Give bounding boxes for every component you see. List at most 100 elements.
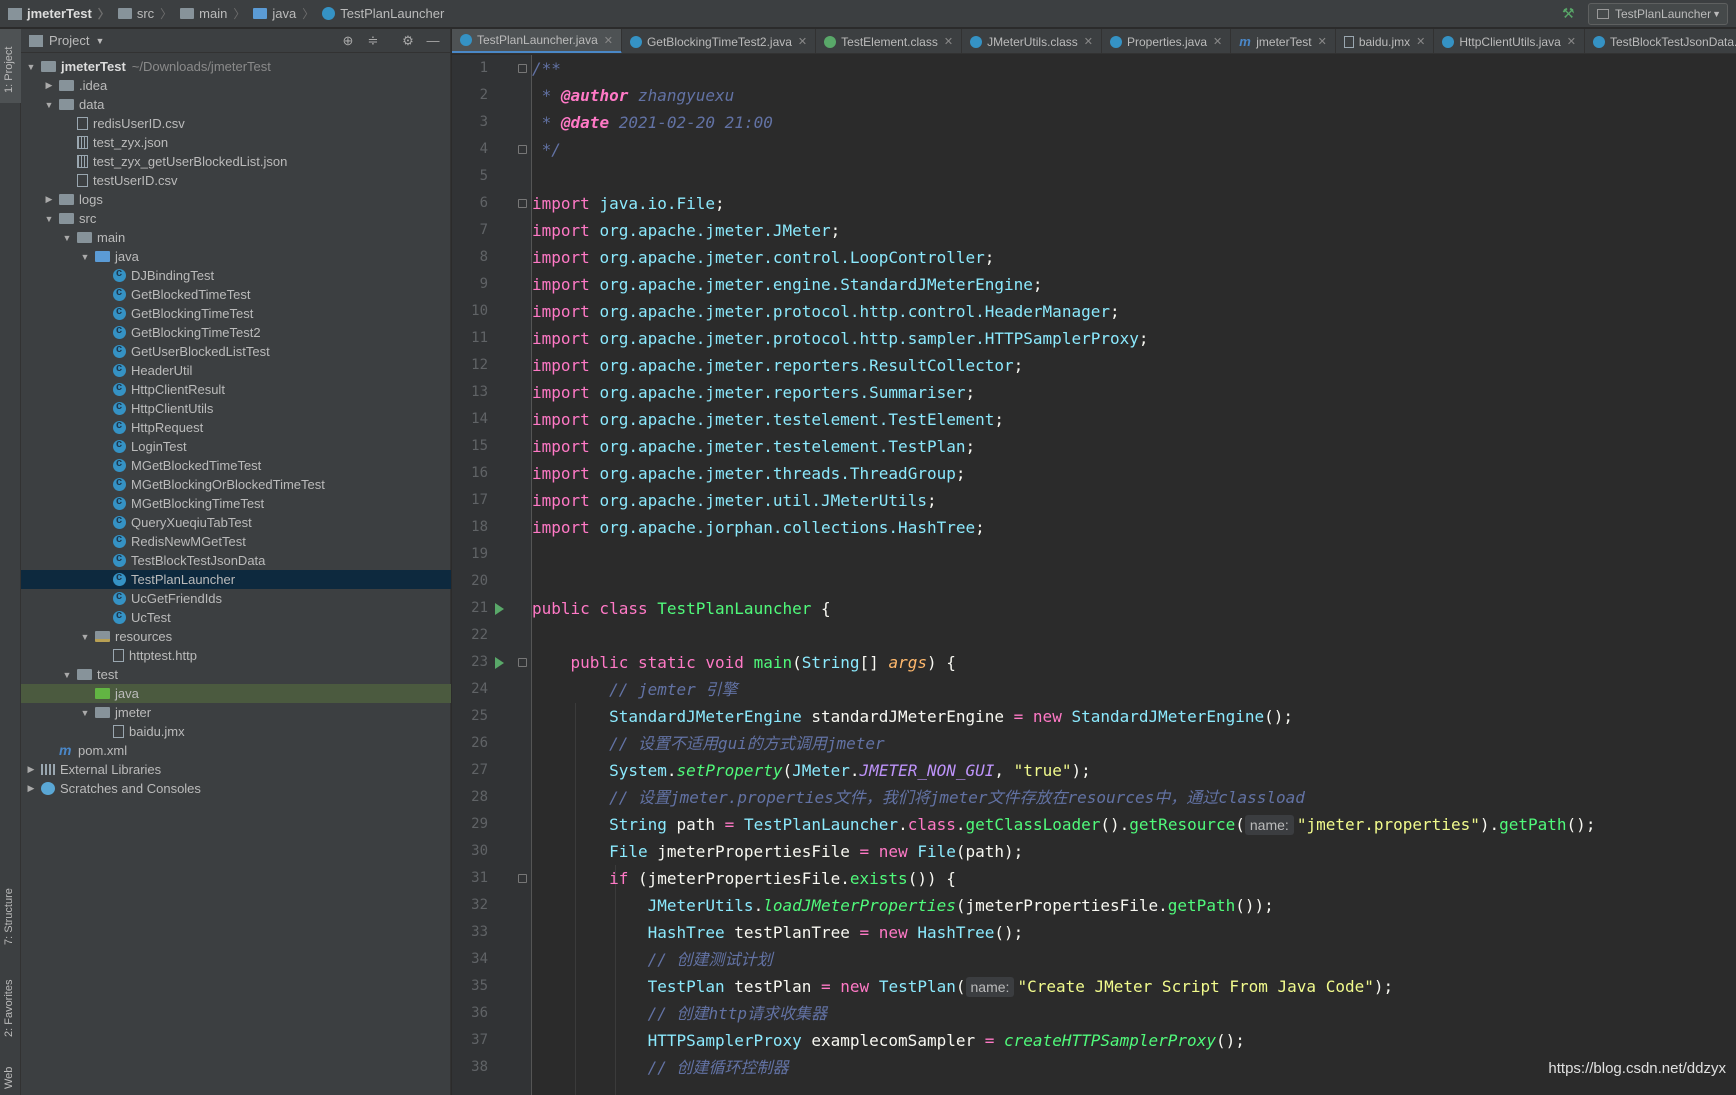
code-comment: // 创建循环控制器 [647,1058,789,1077]
tree-node[interactable]: java [21,684,451,703]
tab-jmeterutils[interactable]: JMeterUtils.class ✕ [962,29,1102,53]
tree-node[interactable]: ▶ Scratches and Consoles [21,779,451,798]
close-icon[interactable]: ✕ [1416,35,1425,48]
tree-node[interactable]: ▼ resources [21,627,451,646]
tree-node[interactable]: test_zyx_getUserBlockedList.json [21,152,451,171]
expanded-arrow-icon[interactable]: ▼ [25,62,37,72]
tab-baidu-jmx[interactable]: baidu.jmx ✕ [1336,29,1435,53]
tree-node[interactable]: TestBlockTestJsonData [21,551,451,570]
tree-node[interactable]: UcTest [21,608,451,627]
run-configuration-selector[interactable]: TestPlanLauncher ▼ [1588,3,1728,25]
tree-node[interactable]: LoginTest [21,437,451,456]
tool-tab-structure[interactable]: 7: Structure [0,861,21,955]
project-view-selector[interactable]: Project [49,33,89,48]
tree-node[interactable]: ▼ java [21,247,451,266]
tree-node[interactable]: ▼ main [21,228,451,247]
tab-jmetertest[interactable]: m jmeterTest ✕ [1231,29,1336,53]
close-icon[interactable]: ✕ [1213,35,1222,48]
collapsed-arrow-icon[interactable]: ▶ [25,764,37,775]
close-icon[interactable]: ✕ [1567,35,1576,48]
expanded-arrow-icon[interactable]: ▼ [79,708,91,718]
code-area[interactable]: /** * @author zhangyuexu * @date 2021-02… [532,55,1736,1095]
tree-node[interactable]: ▶ External Libraries [21,760,451,779]
tree-node[interactable]: httptest.http [21,646,451,665]
locate-file-icon[interactable]: ⊕ [341,34,355,48]
gear-icon[interactable]: ⚙ [401,34,415,48]
line-number: 23 [471,654,488,670]
tree-node[interactable]: RedisNewMGetTest [21,532,451,551]
tree-node[interactable]: test_zyx.json [21,133,451,152]
breadcrumb-project[interactable]: jmeterTest 〉 [0,5,110,22]
tab-properties[interactable]: Properties.java ✕ [1102,29,1232,53]
close-icon[interactable]: ✕ [944,35,953,48]
close-icon[interactable]: ✕ [1084,35,1093,48]
fold-marker-icon[interactable] [518,874,527,883]
tree-node[interactable]: m pom.xml [21,741,451,760]
fold-marker-icon[interactable] [518,145,527,154]
tree-node[interactable]: ▼ jmeterTest ~/Downloads/jmeterTest [21,57,451,76]
tree-node[interactable]: HttpClientResult [21,380,451,399]
breadcrumb-class[interactable]: TestPlanLauncher [314,6,444,21]
tree-node[interactable]: UcGetFriendIds [21,589,451,608]
fold-marker-icon[interactable] [518,658,527,667]
tree-node[interactable]: DJBindingTest [21,266,451,285]
tree-node[interactable]: QueryXueqiuTabTest [21,513,451,532]
close-icon[interactable]: ✕ [798,35,807,48]
close-icon[interactable]: ✕ [1318,35,1327,48]
tree-node[interactable]: GetUserBlockedListTest [21,342,451,361]
run-icon[interactable] [495,657,504,669]
tool-tab-favorites[interactable]: 2: Favorites [0,955,21,1047]
tree-node[interactable]: testUserID.csv [21,171,451,190]
tree-node[interactable]: MGetBlockedTimeTest [21,456,451,475]
fold-marker-icon[interactable] [518,199,527,208]
tab-testblocktestjsondata[interactable]: TestBlockTestJsonData.java [1585,29,1736,53]
tree-node[interactable]: HeaderUtil [21,361,451,380]
fold-marker-icon[interactable] [518,64,527,73]
run-icon[interactable] [495,603,504,615]
tab-testplanlauncher[interactable]: TestPlanLauncher.java ✕ [452,29,622,53]
collapsed-arrow-icon[interactable]: ▶ [43,194,55,205]
tab-testelement[interactable]: TestElement.class ✕ [816,29,963,53]
collapsed-arrow-icon[interactable]: ▶ [25,783,37,794]
tree-node[interactable]: MGetBlockingOrBlockedTimeTest [21,475,451,494]
tree-node[interactable]: TestPlanLauncher [21,570,451,589]
expanded-arrow-icon[interactable]: ▼ [79,632,91,642]
tool-tab-label: 1: Project [3,46,15,93]
resources-folder-icon [95,631,110,642]
close-icon[interactable]: ✕ [604,34,613,47]
chevron-down-icon[interactable]: ▼ [95,36,104,46]
code-editor[interactable]: 1 2 3 4 5 6 7 8 9 10 11 12 13 14 15 16 17 18 19 20 21 22 23 24 2… [452,55,1736,1095]
tree-node[interactable]: ▼ data [21,95,451,114]
tree-node[interactable]: ▶ .idea [21,76,451,95]
tab-httpclientutils[interactable]: HttpClientUtils.java ✕ [1434,29,1585,53]
collapsed-arrow-icon[interactable]: ▶ [43,80,55,91]
minimize-icon[interactable]: — [426,34,440,48]
tree-node[interactable]: GetBlockedTimeTest [21,285,451,304]
breadcrumb-src[interactable]: src 〉 [110,5,172,22]
build-hammer-icon[interactable]: ⚒ [1562,6,1576,20]
tree-node[interactable]: GetBlockingTimeTest2 [21,323,451,342]
tree-node[interactable]: HttpClientUtils [21,399,451,418]
tree-node[interactable]: redisUserID.csv [21,114,451,133]
tree-node[interactable]: ▶ logs [21,190,451,209]
collapse-all-icon[interactable]: ≑ [366,34,380,48]
tree-node[interactable]: ▼ jmeter [21,703,451,722]
tree-node[interactable]: HttpRequest [21,418,451,437]
tab-getblockingtimetest2[interactable]: GetBlockingTimeTest2.java ✕ [622,29,817,53]
tree-node[interactable]: baidu.jmx [21,722,451,741]
expanded-arrow-icon[interactable]: ▼ [43,214,55,224]
import-line: import org.apache.jmeter.reporters.Resul… [532,356,1024,375]
tool-tab-web[interactable]: Web [0,1051,21,1091]
breadcrumb-main[interactable]: main 〉 [172,5,245,22]
tree-node[interactable]: ▼ src [21,209,451,228]
tree-node[interactable]: ▼ test [21,665,451,684]
import-line: import org.apache.jmeter.JMeter; [532,221,841,240]
expanded-arrow-icon[interactable]: ▼ [61,233,73,243]
tool-tab-project[interactable]: 1: Project [0,29,21,103]
tree-node[interactable]: MGetBlockingTimeTest [21,494,451,513]
expanded-arrow-icon[interactable]: ▼ [79,252,91,262]
tree-node[interactable]: GetBlockingTimeTest [21,304,451,323]
expanded-arrow-icon[interactable]: ▼ [43,100,55,110]
breadcrumb-java[interactable]: java 〉 [245,5,314,22]
expanded-arrow-icon[interactable]: ▼ [61,670,73,680]
